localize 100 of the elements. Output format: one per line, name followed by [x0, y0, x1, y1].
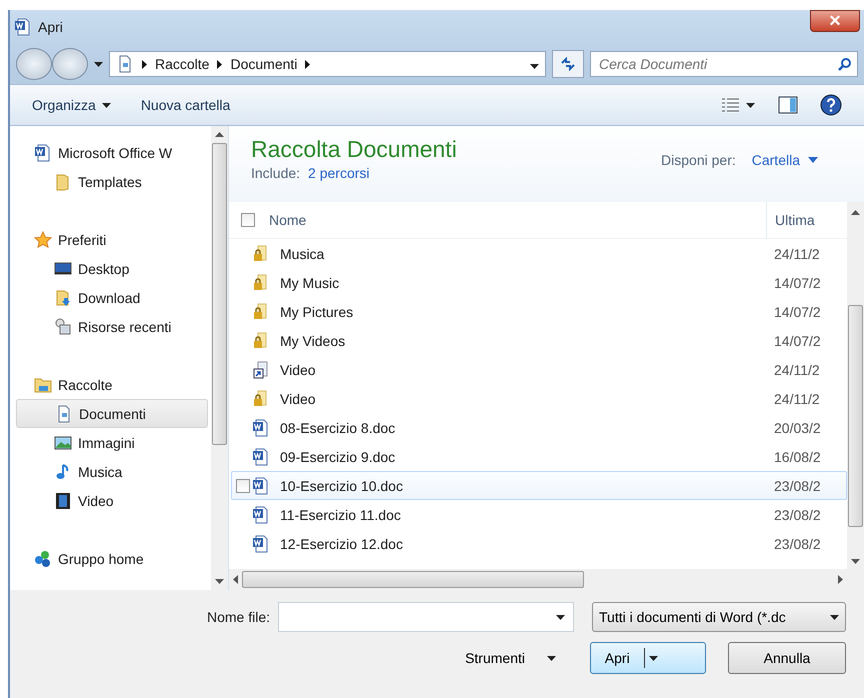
file-type-dropdown[interactable]: Tutti i documenti di Word (*.dc: [592, 602, 846, 632]
word-document-icon: [252, 506, 270, 524]
scroll-right-arrow-icon[interactable]: [838, 575, 843, 584]
refresh-icon: [560, 57, 576, 71]
forward-button[interactable]: [52, 48, 88, 80]
homegroup-icon: [34, 550, 52, 568]
file-row[interactable]: Video 24/11/2: [231, 355, 847, 384]
file-row[interactable]: My Pictures 14/07/2: [231, 297, 847, 326]
search-field[interactable]: Cerca Documenti: [590, 51, 858, 77]
organize-menu[interactable]: Organizza: [32, 97, 111, 113]
refresh-button[interactable]: [552, 50, 584, 78]
sidebar-item[interactable]: Risorse recenti: [16, 312, 208, 341]
file-name: 09-Esercizio 9.doc: [280, 448, 396, 464]
sidebar-item[interactable]: Video: [16, 486, 208, 515]
select-all-checkbox[interactable]: [241, 213, 255, 227]
file-name-label: Nome file:: [206, 609, 270, 625]
shortcut-folder-icon: [252, 360, 270, 378]
file-name: My Music: [280, 274, 340, 290]
sidebar-group[interactable]: Preferiti: [16, 225, 208, 254]
column-header[interactable]: Nome: [269, 212, 766, 228]
modified-date: 24/11/2: [773, 246, 821, 262]
tools-menu[interactable]: Strumenti: [459, 649, 562, 667]
file-row[interactable]: 12-Esercizio 12.doc 23/08/2: [231, 529, 847, 558]
new-folder-button[interactable]: Nuova cartella: [140, 97, 230, 113]
caret-icon: [648, 656, 658, 660]
file-list-scrollbar[interactable]: [847, 202, 864, 590]
open-button[interactable]: Apri: [590, 642, 706, 674]
file-name: 11-Esercizio 11.doc: [280, 506, 402, 522]
sidebar-item[interactable]: Musica: [16, 457, 208, 486]
modified-date: 24/11/2: [773, 390, 821, 406]
dropdown-caret-icon: [556, 614, 565, 620]
chevron-icon: [305, 60, 310, 68]
word-document-icon: [252, 534, 270, 552]
preview-pane-icon[interactable]: [778, 96, 798, 114]
word-document-icon: [252, 476, 270, 494]
sidebar-group[interactable]: Raccolte: [16, 370, 208, 399]
sidebar-group[interactable]: Microsoft Office W: [16, 138, 208, 167]
file-row[interactable]: My Videos 14/07/2: [231, 326, 847, 355]
file-name: 12-Esercizio 12.doc: [280, 536, 404, 552]
help-icon[interactable]: [820, 94, 842, 116]
chevron-icon: [217, 60, 222, 68]
file-name: My Pictures: [280, 304, 354, 320]
modified-date: 24/11/2: [773, 362, 821, 378]
breadcrumb[interactable]: Raccolte: [155, 56, 210, 72]
caret-icon: [547, 656, 556, 660]
file-name: Musica: [280, 246, 326, 262]
scroll-up-arrow-icon[interactable]: [851, 210, 860, 215]
sidebar-item[interactable]: Immagini: [16, 428, 208, 457]
word-document-icon: [252, 448, 270, 466]
sidebar-scrollbar[interactable]: [211, 126, 228, 590]
caret-icon: [102, 102, 111, 108]
file-name: 08-Esercizio 8.doc: [280, 420, 396, 436]
modified-date: 23/08/2: [773, 506, 822, 522]
file-row[interactable]: Video 24/11/2: [231, 384, 847, 413]
sidebar-item[interactable]: Download: [16, 283, 208, 312]
sidebar-item[interactable]: Documenti: [16, 399, 208, 428]
file-row[interactable]: Musica 24/11/2: [231, 239, 847, 268]
back-button[interactable]: [16, 48, 52, 80]
view-options-icon[interactable]: [722, 98, 756, 112]
row-checkbox[interactable]: [236, 478, 250, 492]
search-icon: [838, 57, 852, 71]
recent-pages-caret-icon: [94, 62, 103, 66]
word-document-icon: [252, 418, 270, 436]
download-folder-icon: [54, 288, 72, 306]
address-bar[interactable]: Raccolte Documenti: [109, 51, 546, 77]
scroll-left-arrow-icon[interactable]: [233, 575, 238, 584]
file-row[interactable]: 08-Esercizio 8.doc 20/03/2: [231, 413, 847, 442]
sidebar-item[interactable]: Templates: [16, 167, 208, 196]
chevron-icon: [142, 60, 147, 68]
file-row[interactable]: 10-Esercizio 10.doc 23/08/2: [231, 471, 847, 500]
library-title: Raccolta Documenti: [251, 136, 457, 163]
file-row[interactable]: 11-Esercizio 11.doc 23/08/2: [231, 500, 847, 529]
cancel-button[interactable]: Annulla: [728, 642, 846, 674]
word-document-icon: [14, 18, 32, 36]
locations-link[interactable]: 2 percorsi: [308, 165, 370, 181]
file-name: 10-Esercizio 10.doc: [280, 478, 404, 494]
scroll-down-arrow-icon[interactable]: [215, 579, 224, 584]
file-name: Video: [280, 362, 317, 378]
include-label: Include:: [251, 165, 300, 181]
library-folder-icon: [34, 376, 52, 394]
modified-date: 14/07/2: [773, 332, 822, 348]
modified-date: 14/07/2: [773, 274, 822, 290]
word-document-icon: [34, 144, 52, 162]
file-row[interactable]: 09-Esercizio 9.doc 16/08/2: [231, 442, 847, 471]
scroll-up-arrow-icon[interactable]: [215, 132, 224, 137]
arrange-dropdown[interactable]: Cartella: [752, 152, 818, 168]
modified-date: 23/08/2: [773, 536, 822, 552]
breadcrumb[interactable]: Documenti: [230, 56, 298, 72]
file-name: My Videos: [280, 332, 346, 348]
caret-icon: [808, 157, 818, 163]
scroll-down-arrow-icon[interactable]: [851, 559, 860, 564]
desktop-icon: [54, 260, 72, 278]
file-name: Video: [280, 390, 317, 406]
caret-icon: [830, 614, 839, 620]
file-name-field[interactable]: [278, 602, 574, 632]
film-strip-icon: [54, 492, 72, 510]
file-row[interactable]: My Music 14/07/2: [231, 268, 847, 297]
sidebar-group[interactable]: Gruppo home: [16, 544, 208, 573]
sidebar-item[interactable]: Desktop: [16, 254, 208, 283]
horizontal-scrollbar[interactable]: [229, 569, 847, 590]
